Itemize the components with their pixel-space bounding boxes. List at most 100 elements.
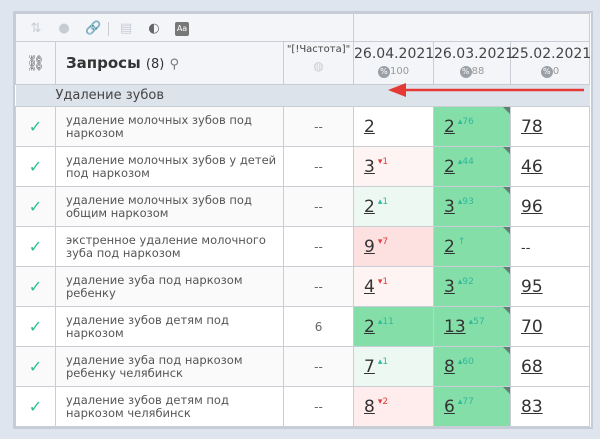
position-cell[interactable]: 2 ▴1	[353, 186, 435, 227]
check-icon[interactable]: ✓	[15, 346, 56, 387]
position-delta: ▴1	[377, 356, 389, 367]
position-cell[interactable]: 2	[353, 106, 435, 147]
position-cell[interactable]: 3 ▴93	[433, 186, 512, 227]
check-icon[interactable]: ✓	[15, 186, 56, 227]
check-icon[interactable]: ✓	[15, 106, 56, 147]
position-link[interactable]: 4	[364, 277, 375, 297]
freq-value: --	[282, 266, 355, 307]
position-link[interactable]: 78	[521, 117, 543, 137]
position-link[interactable]: 70	[521, 317, 543, 337]
position-cell[interactable]: 3 ▴92	[433, 266, 512, 307]
divider	[108, 21, 110, 36]
date-header[interactable]: 26.04.2021% 100	[353, 41, 434, 85]
position-delta: ▾7	[377, 236, 389, 247]
sort-icon[interactable]: ⇅	[29, 21, 43, 36]
position-link[interactable]: 3	[444, 277, 455, 297]
toggle-icon[interactable]: ●	[57, 21, 71, 36]
position-cell[interactable]: 4 ▾1	[353, 266, 435, 307]
query-text: удаление молочных зубов под наркозом	[55, 106, 284, 147]
globe-icon: ◍	[313, 59, 324, 73]
query-text: удаление зубов детям под наркозом	[55, 306, 284, 347]
position-delta: ▴93	[457, 196, 474, 207]
position-link[interactable]: 2	[364, 197, 375, 217]
position-cell[interactable]: 2 ↑	[433, 226, 512, 267]
position-link[interactable]: 83	[521, 397, 543, 417]
position-cell[interactable]: 7 ▴1	[353, 346, 435, 387]
check-icon[interactable]: ✓	[15, 226, 56, 267]
position-delta: ▴11	[377, 316, 394, 327]
position-cell[interactable]: 3 ▾1	[353, 146, 435, 187]
position-cell[interactable]: 96	[510, 186, 591, 227]
position-delta: ▴57	[468, 316, 485, 327]
calendar-icon[interactable]: ▤	[119, 21, 133, 36]
corner-marker-icon	[503, 187, 511, 194]
contrast-icon[interactable]: ◐	[147, 21, 161, 36]
link-icon[interactable]: 🔗	[85, 21, 101, 36]
freq-value: --	[282, 346, 355, 387]
position-cell[interactable]: 9 ▾7	[353, 226, 435, 267]
freq-value: --	[282, 106, 355, 147]
position-link[interactable]: 3	[364, 157, 375, 177]
percent-icon: %	[377, 66, 390, 78]
position-cell[interactable]: 2 ▴11	[353, 306, 435, 347]
position-cell[interactable]: --	[510, 226, 591, 267]
position-delta: ↑	[457, 236, 466, 247]
freq-value: --	[282, 186, 355, 227]
position-cell[interactable]: 2 ▴76	[433, 106, 512, 147]
position-link[interactable]: 2	[444, 117, 455, 137]
position-cell[interactable]: 8 ▴60	[433, 346, 512, 387]
position-link[interactable]: 13	[444, 317, 466, 337]
position-link[interactable]: 9	[364, 237, 375, 257]
check-icon[interactable]: ✓	[15, 386, 56, 427]
font-icon[interactable]: Aa	[175, 21, 189, 36]
position-link[interactable]: 3	[444, 197, 455, 217]
position-link[interactable]: 6	[444, 397, 455, 417]
position-link[interactable]: 7	[364, 357, 375, 377]
search-icon[interactable]: ⚲	[170, 57, 180, 72]
position-link[interactable]: 2	[444, 157, 455, 177]
position-delta: ▴44	[457, 156, 474, 167]
position-link[interactable]: --	[521, 241, 530, 256]
position-delta: ▴92	[457, 276, 474, 287]
position-cell[interactable]: 70	[510, 306, 591, 347]
position-delta: ▴76	[457, 116, 474, 127]
freq-header[interactable]: "[!Частота]" ◍	[282, 41, 355, 85]
position-cell[interactable]: 13 ▴57	[433, 306, 512, 347]
position-link[interactable]: 46	[521, 157, 543, 177]
header-row: ⛓ Запросы (8) ⚲ "[!Частота]" ◍ 26.04.2021…	[15, 41, 591, 85]
position-cell[interactable]: 2 ▴44	[433, 146, 512, 187]
position-cell[interactable]: 6 ▴77	[433, 386, 512, 427]
freq-value: --	[282, 386, 355, 427]
position-cell[interactable]: 78	[510, 106, 591, 147]
position-link[interactable]: 2	[364, 317, 375, 337]
position-link[interactable]: 2	[364, 117, 375, 137]
link-icon[interactable]: ⛓	[15, 41, 56, 85]
position-cell[interactable]: 46	[510, 146, 591, 187]
position-delta: ▾1	[377, 276, 389, 287]
corner-marker-icon	[503, 147, 511, 154]
corner-marker-icon	[503, 107, 511, 114]
position-delta: ▴60	[457, 356, 474, 367]
position-link[interactable]: 8	[364, 397, 375, 417]
position-link[interactable]: 96	[521, 197, 543, 217]
freq-value: --	[282, 226, 355, 267]
position-link[interactable]: 8	[444, 357, 455, 377]
check-icon[interactable]: ✓	[15, 306, 56, 347]
position-cell[interactable]: 68	[510, 346, 591, 387]
position-link[interactable]: 2	[444, 237, 455, 257]
date-header[interactable]: 25.02.2021% 0	[510, 41, 591, 85]
table-row: ✓ удаление молочных зубов под наркозом -…	[15, 106, 591, 147]
position-link[interactable]: 68	[521, 357, 543, 377]
percent-icon: %	[540, 66, 553, 78]
position-cell[interactable]: 8 ▾2	[353, 386, 435, 427]
position-link[interactable]: 95	[521, 277, 543, 297]
check-icon[interactable]: ✓	[15, 146, 56, 187]
check-icon[interactable]: ✓	[15, 266, 56, 307]
date-header[interactable]: 26.03.2021% 88	[433, 41, 514, 85]
table-row: ✓ экстренное удаление молочного зуба под…	[15, 226, 591, 267]
position-cell[interactable]: 83	[510, 386, 591, 427]
table-row: ✓ удаление молочных зубов под общим нарк…	[15, 186, 591, 227]
position-cell[interactable]: 95	[510, 266, 591, 307]
queries-header[interactable]: Запросы (8) ⚲	[55, 41, 284, 85]
corner-marker-icon	[503, 267, 511, 274]
